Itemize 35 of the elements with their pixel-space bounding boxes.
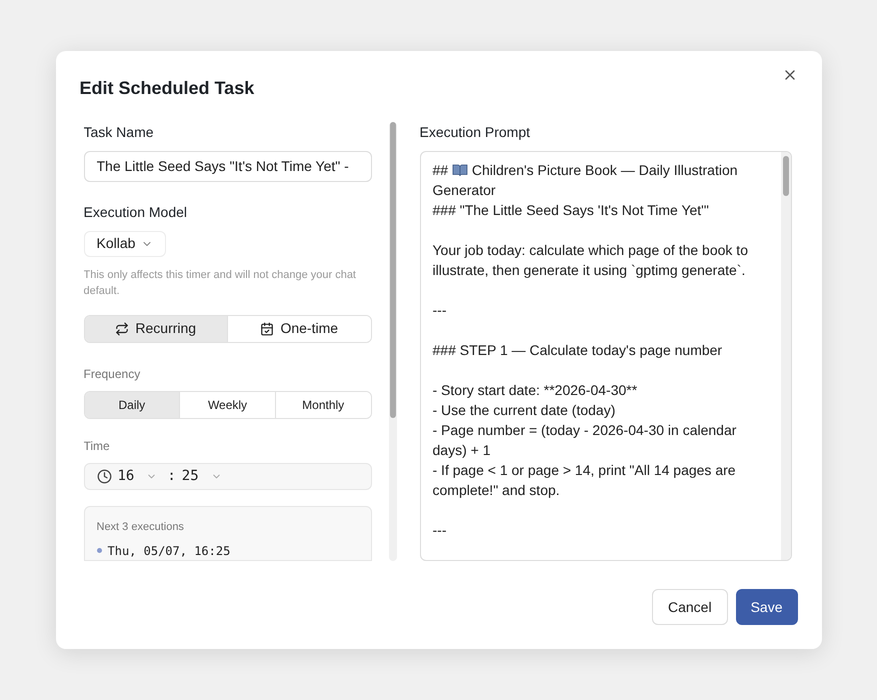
open-book-icon bbox=[452, 163, 468, 177]
repeat-icon bbox=[115, 322, 130, 336]
prompt-textarea[interactable] bbox=[420, 151, 792, 561]
dialog-title: Edit Scheduled Task bbox=[80, 77, 254, 100]
frequency-tab[interactable]: Daily bbox=[84, 392, 180, 418]
frequency-tab[interactable]: Monthly bbox=[274, 392, 370, 418]
field-label: Execution Model bbox=[84, 202, 188, 222]
prompt-line: - If page < 1 or page > 14, print "All 14 pages are complete!" and stop. bbox=[432, 461, 737, 500]
executions-title: Next 3 executions bbox=[96, 520, 185, 536]
model-dropdown[interactable]: Kollab bbox=[84, 230, 166, 257]
prompt-line: - Use the current date (today) bbox=[432, 401, 616, 420]
prompt-line: ## Children's Picture Book — Daily Illustration Generator bbox=[432, 161, 739, 200]
prompt-line: --- bbox=[432, 301, 448, 320]
task-name-field[interactable]: The Little Seed Says "It's Not Time Yet" - bbox=[84, 151, 372, 182]
time-separator: : bbox=[167, 467, 176, 486]
hint-text: This only affects this timer and will not change your chat default. bbox=[84, 268, 357, 299]
execution-time: Thu, 05/07, 16:25 bbox=[108, 542, 230, 560]
field-label: Time bbox=[84, 438, 111, 455]
hour-select[interactable]: 16 bbox=[118, 466, 162, 488]
schedule-type-tab[interactable]: One-time bbox=[227, 316, 370, 342]
prompt-line: ### "The Little Seed Says 'It's Not Time Yet'" bbox=[432, 201, 710, 220]
field-label: Execution Prompt bbox=[420, 123, 531, 142]
cancel-button[interactable]: Cancel bbox=[652, 589, 728, 625]
field-label: Frequency bbox=[84, 366, 142, 383]
prompt-line: Your job today: calculate which page of the book to illustrate, then generate it using `gptimg generate`. bbox=[432, 241, 749, 280]
prompt-line: - Page number = (today - 2026-04-30 in calendar days) + 1 bbox=[432, 421, 738, 460]
prompt-line: - Story start date: **2026-04-30** bbox=[432, 381, 638, 400]
clock-icon bbox=[96, 469, 112, 484]
prompt-line: ### STEP 1 — Calculate today's page number bbox=[432, 341, 724, 360]
prompt-line: --- bbox=[432, 521, 448, 540]
save-button[interactable]: Save bbox=[736, 589, 798, 625]
minute-select[interactable]: 25 bbox=[182, 466, 222, 488]
schedule-type-tab[interactable]: Recurring bbox=[84, 316, 227, 342]
calendar-icon bbox=[260, 322, 274, 336]
field-label: Task Name bbox=[84, 123, 155, 142]
